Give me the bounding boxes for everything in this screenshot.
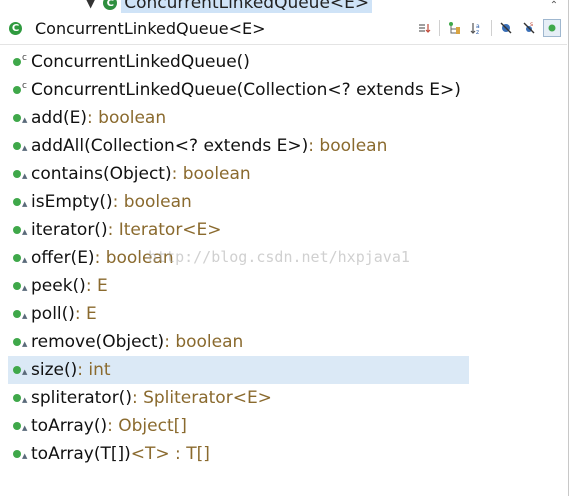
default-modifier-icon: ▲	[22, 144, 28, 152]
default-modifier-icon: ▲	[22, 340, 28, 348]
public-method-icon	[13, 422, 21, 430]
list-item[interactable]: ▲ contains(Object) : boolean	[0, 160, 567, 188]
member-signature: ConcurrentLinkedQueue(Collection<? exten…	[31, 80, 461, 100]
member-return-type: <T> : T[]	[130, 444, 210, 464]
list-item[interactable]: ▲ poll() : E	[0, 300, 567, 328]
list-item[interactable]: ▲ offer(E) : boolean	[0, 244, 567, 272]
member-return-type: : E	[85, 276, 108, 296]
member-signature: peek()	[31, 276, 86, 296]
default-modifier-icon: ▲	[22, 256, 28, 264]
list-item[interactable]: ▲ toArray() : Object[]	[0, 412, 567, 440]
public-method-icon	[13, 450, 21, 458]
public-method-icon	[13, 170, 21, 178]
default-modifier-icon: ▲	[22, 452, 28, 460]
member-signature: contains(Object)	[31, 164, 172, 184]
member-return-type: : boolean	[308, 136, 388, 156]
chevron-down-icon[interactable]: ▼	[86, 0, 95, 10]
member-signature: isEmpty()	[31, 192, 113, 212]
hierarchy-icon[interactable]	[445, 19, 463, 37]
sort-icon[interactable]	[416, 19, 434, 37]
default-modifier-icon: ▲	[22, 116, 28, 124]
default-modifier-icon: ▲	[22, 312, 28, 320]
public-method-icon	[13, 142, 21, 150]
member-signature: addAll(Collection<? extends E>)	[31, 136, 309, 156]
member-signature: offer(E)	[31, 248, 95, 268]
default-modifier-icon: ▲	[22, 228, 28, 236]
member-signature: remove(Object)	[31, 332, 165, 352]
default-modifier-icon: ▲	[22, 396, 28, 404]
constructor-icon: c	[22, 81, 27, 91]
toolbar-separator	[491, 20, 492, 36]
member-return-type: : Iterator<E>	[107, 220, 222, 240]
class-icon: C	[9, 22, 22, 35]
default-modifier-icon: ▲	[22, 424, 28, 432]
list-item[interactable]: ▲ addAll(Collection<? extends E>) : boole…	[0, 132, 567, 160]
public-method-icon	[13, 254, 21, 262]
member-signature: ConcurrentLinkedQueue()	[31, 52, 250, 72]
list-item[interactable]: ▲ add(E) : boolean	[0, 104, 567, 132]
public-method-icon	[13, 282, 21, 290]
member-return-type: : boolean	[171, 164, 251, 184]
member-signature: toArray(T[])	[31, 444, 131, 464]
member-list: c ConcurrentLinkedQueue() c ConcurrentLinke…	[0, 48, 567, 468]
public-method-icon	[13, 338, 21, 346]
toolbar-separator	[439, 20, 440, 36]
scroll-up-icon[interactable]: ⌃	[547, 0, 561, 12]
svg-text:s: s	[530, 21, 533, 28]
hide-fields-icon[interactable]	[497, 19, 515, 37]
default-modifier-icon: ▲	[22, 172, 28, 180]
outline-view: ▼ C ConcurrentLinkedQueue<E> ⌃ C Concurr…	[0, 0, 569, 496]
member-return-type: : E	[74, 304, 97, 324]
constructor-icon: c	[22, 53, 27, 63]
page-title: ConcurrentLinkedQueue<E>	[35, 19, 266, 38]
member-return-type: : boolean	[112, 192, 192, 212]
member-signature: size()	[31, 360, 78, 380]
toolbar: az s	[411, 17, 561, 39]
member-return-type: : boolean	[87, 108, 167, 128]
list-item[interactable]: c ConcurrentLinkedQueue()	[0, 48, 567, 76]
breadcrumb: ▼ C ConcurrentLinkedQueue<E> ⌃	[0, 0, 567, 13]
member-signature: add(E)	[31, 108, 88, 128]
member-signature: poll()	[31, 304, 75, 324]
list-item[interactable]: ▲ isEmpty() : boolean	[0, 188, 567, 216]
list-item[interactable]: ▲ spliterator() : Spliterator<E>	[0, 384, 567, 412]
svg-text:z: z	[476, 29, 479, 35]
list-item[interactable]: ▲ iterator() : Iterator<E>	[0, 216, 567, 244]
public-method-icon	[13, 114, 21, 122]
default-modifier-icon: ▲	[22, 284, 28, 292]
default-modifier-icon: ▲	[22, 200, 28, 208]
public-method-icon	[13, 198, 21, 206]
list-item[interactable]: ▲ peek() : E	[0, 272, 567, 300]
member-return-type: : Spliterator<E>	[131, 388, 272, 408]
sort-alpha-icon[interactable]: az	[468, 19, 486, 37]
breadcrumb-class-label[interactable]: ConcurrentLinkedQueue<E>	[121, 0, 373, 13]
class-icon: C	[103, 0, 118, 10]
outline-header: C ConcurrentLinkedQueue<E> az s	[0, 13, 567, 45]
member-signature: iterator()	[31, 220, 108, 240]
public-method-icon	[13, 310, 21, 318]
public-method-icon	[13, 58, 21, 66]
member-return-type: : boolean	[164, 332, 244, 352]
public-method-icon	[13, 86, 21, 94]
list-item[interactable]: ▲ remove(Object) : boolean	[0, 328, 567, 356]
member-return-type: : int	[77, 360, 111, 380]
list-item[interactable]: ▲ size() : int	[8, 356, 469, 384]
public-method-icon	[13, 394, 21, 402]
hide-nonpublic-icon[interactable]	[543, 19, 561, 37]
default-modifier-icon: ▲	[22, 368, 28, 376]
public-method-icon	[13, 366, 21, 374]
hide-static-icon[interactable]: s	[520, 19, 538, 37]
list-item[interactable]: c ConcurrentLinkedQueue(Collection<? exte…	[0, 76, 567, 104]
member-signature: spliterator()	[31, 388, 132, 408]
public-method-icon	[13, 226, 21, 234]
member-return-type: : Object[]	[107, 416, 187, 436]
member-return-type: : boolean	[94, 248, 174, 268]
list-item[interactable]: ▲ toArray(T[]) <T> : T[]	[0, 440, 567, 468]
member-signature: toArray()	[31, 416, 108, 436]
